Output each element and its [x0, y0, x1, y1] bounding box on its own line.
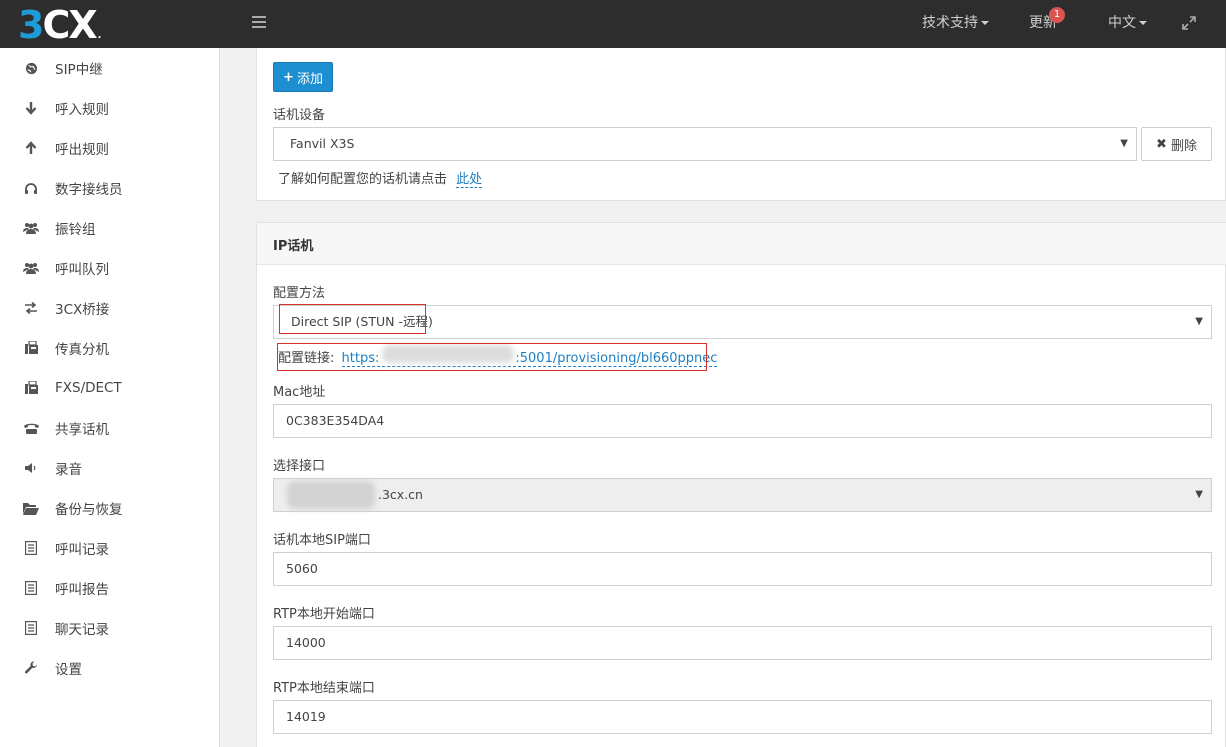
sidebar: SIP中继 呼入规则 呼出规则 数字接线员 振铃组 呼叫队列 3CX桥接 传真分…: [0, 48, 220, 747]
main-content: + 添加 话机设备 Fanvil X3S ▼ ✖ 删除 了解如何配置您的话机请点击 …: [242, 48, 1226, 747]
sidebar-item-fax-extension[interactable]: 传真分机: [0, 328, 219, 368]
sidebar-item-recordings[interactable]: 录音: [0, 448, 219, 488]
device-select[interactable]: Fanvil X3S ▼: [273, 127, 1137, 161]
volume-icon: [23, 460, 39, 476]
update-menu[interactable]: 更新 1: [1029, 0, 1081, 71]
list-icon: [23, 580, 39, 596]
list-icon: [23, 540, 39, 556]
wrench-icon: [23, 660, 39, 676]
fax-icon: [23, 380, 39, 396]
sidebar-item-call-queues[interactable]: 呼叫队列: [0, 248, 219, 288]
users-icon: [23, 260, 39, 276]
rtp-start-label: RTP本地开始端口: [273, 607, 375, 622]
list-icon: [23, 620, 39, 636]
caret-down-icon: ▼: [1195, 316, 1203, 327]
sidebar-item-inbound-rules[interactable]: 呼入规则: [0, 88, 219, 128]
sidebar-item-chat-log[interactable]: 聊天记录: [0, 608, 219, 648]
plus-icon: +: [283, 69, 294, 85]
rtp-end-label: RTP本地结束端口: [273, 681, 375, 696]
language-menu[interactable]: 中文: [1108, 0, 1147, 48]
sidebar-item-outbound-rules[interactable]: 呼出规则: [0, 128, 219, 168]
fax-icon: [23, 340, 39, 356]
device-panel: + 添加 话机设备 Fanvil X3S ▼ ✖ 删除 了解如何配置您的话机请点击 …: [256, 48, 1226, 201]
logo-3cx[interactable]: 3 CX.: [18, 3, 101, 47]
folder-open-icon: [23, 500, 39, 516]
support-menu[interactable]: 技术支持: [922, 0, 989, 48]
interface-select[interactable]: .3cx.cn ▼: [273, 478, 1212, 512]
sidebar-item-call-log[interactable]: 呼叫记录: [0, 528, 219, 568]
sidebar-item-sip-trunk[interactable]: SIP中继: [0, 48, 219, 88]
sidebar-item-digital-receptionist[interactable]: 数字接线员: [0, 168, 219, 208]
update-badge: 1: [1049, 7, 1065, 23]
sidebar-item-call-reports[interactable]: 呼叫报告: [0, 568, 219, 608]
interface-label: 选择接口: [273, 459, 326, 474]
chevron-down-icon: [981, 21, 989, 25]
caret-down-icon: ▼: [1120, 138, 1128, 149]
sidebar-item-3cx-bridge[interactable]: 3CX桥接: [0, 288, 219, 328]
phone-icon: [23, 420, 39, 436]
mac-input[interactable]: 0C383E354DA4: [273, 404, 1212, 438]
caret-down-icon: ▼: [1195, 489, 1203, 500]
top-navbar: 3 CX. 技术支持 更新 1 中文: [0, 0, 1226, 71]
delete-button[interactable]: ✖ 删除: [1141, 127, 1212, 161]
ip-phone-panel: IP话机 配置方法 Direct SIP (STUN -远程) ▼ 配置链接: …: [256, 222, 1226, 747]
sidebar-item-shared-phones[interactable]: 共享话机: [0, 408, 219, 448]
users-icon: [23, 220, 39, 236]
sip-port-label: 话机本地SIP端口: [273, 533, 371, 548]
arrow-down-icon: [23, 100, 39, 116]
sip-port-input[interactable]: 5060: [273, 552, 1212, 586]
sidebar-item-settings[interactable]: 设置: [0, 648, 219, 688]
rtp-start-input[interactable]: 14000: [273, 626, 1212, 660]
mac-label: Mac地址: [273, 385, 326, 400]
sidebar-item-ring-groups[interactable]: 振铃组: [0, 208, 219, 248]
highlight-box-provision: [277, 343, 707, 371]
redacted-interface: [287, 481, 375, 509]
method-label: 配置方法: [273, 286, 326, 301]
panel-header: IP话机: [257, 223, 1226, 265]
chevron-down-icon: [1139, 21, 1147, 25]
help-text: 了解如何配置您的话机请点击 此处: [278, 172, 483, 188]
add-button[interactable]: + 添加: [273, 62, 333, 92]
rtp-end-input[interactable]: 14019: [273, 700, 1212, 734]
globe-icon: [23, 60, 39, 76]
times-icon: ✖: [1156, 136, 1167, 152]
help-link[interactable]: 此处: [456, 172, 483, 188]
sidebar-item-fxs-dect[interactable]: FXS/DECT: [0, 368, 219, 408]
menu-toggle-icon[interactable]: [252, 16, 266, 30]
highlight-box-method: [279, 304, 426, 334]
headphones-icon: [23, 180, 39, 196]
exchange-icon: [23, 300, 39, 316]
expand-icon[interactable]: [1181, 15, 1197, 31]
sidebar-item-backup-restore[interactable]: 备份与恢复: [0, 488, 219, 528]
device-label: 话机设备: [273, 108, 326, 123]
arrow-up-icon: [23, 140, 39, 156]
panel-title: IP话机: [273, 239, 314, 254]
